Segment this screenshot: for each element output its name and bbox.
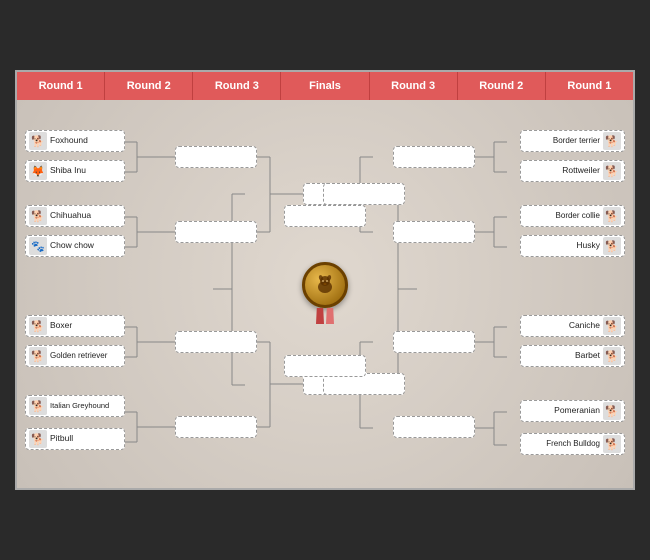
header-round3-right: Round 3 bbox=[370, 72, 458, 100]
left-r2-box4[interactable] bbox=[175, 416, 257, 438]
barbet-name: Barbet bbox=[575, 351, 600, 360]
medal-ribbons bbox=[316, 308, 334, 324]
header-round3-left: Round 3 bbox=[193, 72, 281, 100]
medal-dog-icon bbox=[311, 271, 339, 299]
shiba-inu-name: Shiba Inu bbox=[50, 166, 86, 175]
shiba-inu-icon: 🦊 bbox=[29, 162, 47, 180]
team-chihuahua[interactable]: 🐕 Chihuahua bbox=[25, 205, 125, 227]
foxhound-icon: 🐕 bbox=[29, 132, 47, 150]
header-round2-left: Round 2 bbox=[105, 72, 193, 100]
golden-retriever-icon: 🐕 bbox=[29, 347, 47, 365]
border-terrier-icon: 🐕 bbox=[603, 132, 621, 150]
italian-greyhound-icon: 🐕 bbox=[29, 397, 47, 415]
chow-chow-name: Chow chow bbox=[50, 241, 94, 250]
team-barbet[interactable]: 🐕 Barbet bbox=[520, 345, 625, 367]
team-boxer[interactable]: 🐕 Boxer bbox=[25, 315, 125, 337]
bracket-container: Round 1 Round 2 Round 3 Finals Round 3 R… bbox=[15, 70, 635, 490]
rottweiler-icon: 🐕 bbox=[603, 162, 621, 180]
pitbull-name: Pitbull bbox=[50, 434, 73, 443]
finals-box2[interactable] bbox=[284, 355, 366, 377]
header-round1-left: Round 1 bbox=[17, 72, 105, 100]
right-r3-box1[interactable] bbox=[323, 183, 405, 205]
french-bulldog-icon: 🐕 bbox=[603, 435, 621, 453]
team-husky[interactable]: 🐕 Husky bbox=[520, 235, 625, 257]
team-rottweiler[interactable]: 🐕 Rottweiler bbox=[520, 160, 625, 182]
team-chow-chow[interactable]: 🐾 Chow chow bbox=[25, 235, 125, 257]
right-r2-box4[interactable] bbox=[393, 416, 475, 438]
finals-medal bbox=[298, 262, 352, 326]
team-golden-retriever[interactable]: 🐕 Golden retriever bbox=[25, 345, 125, 367]
golden-retriever-name: Golden retriever bbox=[50, 352, 107, 361]
team-italian-greyhound[interactable]: 🐕 Italian Greyhound bbox=[25, 395, 125, 417]
caniche-name: Caniche bbox=[569, 321, 600, 330]
pomeranian-name: Pomeranian bbox=[554, 406, 600, 415]
caniche-icon: 🐕 bbox=[603, 317, 621, 335]
team-caniche[interactable]: 🐕 Caniche bbox=[520, 315, 625, 337]
medal-circle bbox=[302, 262, 348, 308]
header-finals: Finals bbox=[281, 72, 369, 100]
right-r2-box1[interactable] bbox=[393, 146, 475, 168]
header-round1-right: Round 1 bbox=[546, 72, 633, 100]
team-pitbull[interactable]: 🐕 Pitbull bbox=[25, 428, 125, 450]
pomeranian-icon: 🐕 bbox=[603, 402, 621, 420]
boxer-icon: 🐕 bbox=[29, 317, 47, 335]
left-r2-box2[interactable] bbox=[175, 221, 257, 243]
finals-box1[interactable] bbox=[284, 205, 366, 227]
team-french-bulldog[interactable]: 🐕 French Bulldog bbox=[520, 433, 625, 455]
left-r2-box1[interactable] bbox=[175, 146, 257, 168]
bracket-area: 🐕 Foxhound 🦊 Shiba Inu 🐕 Chihuahua 🐾 Cho… bbox=[17, 100, 633, 488]
husky-icon: 🐕 bbox=[603, 237, 621, 255]
rottweiler-name: Rottweiler bbox=[562, 166, 600, 175]
team-border-collie[interactable]: 🐕 Border collie bbox=[520, 205, 625, 227]
right-r2-box3[interactable] bbox=[393, 331, 475, 353]
boxer-name: Boxer bbox=[50, 321, 72, 330]
husky-name: Husky bbox=[576, 241, 600, 250]
team-shiba-inu[interactable]: 🦊 Shiba Inu bbox=[25, 160, 125, 182]
chihuahua-name: Chihuahua bbox=[50, 211, 91, 220]
border-collie-name: Border collie bbox=[556, 212, 600, 221]
chow-chow-icon: 🐾 bbox=[29, 237, 47, 255]
italian-greyhound-name: Italian Greyhound bbox=[50, 402, 109, 410]
team-pomeranian[interactable]: 🐕 Pomeranian bbox=[520, 400, 625, 422]
french-bulldog-name: French Bulldog bbox=[546, 440, 600, 449]
chihuahua-icon: 🐕 bbox=[29, 207, 47, 225]
border-terrier-name: Border terrier bbox=[553, 137, 600, 146]
border-collie-icon: 🐕 bbox=[603, 207, 621, 225]
pitbull-icon: 🐕 bbox=[29, 430, 47, 448]
header-row: Round 1 Round 2 Round 3 Finals Round 3 R… bbox=[17, 72, 633, 100]
foxhound-name: Foxhound bbox=[50, 136, 88, 145]
team-border-terrier[interactable]: 🐕 Border terrier bbox=[520, 130, 625, 152]
team-foxhound[interactable]: 🐕 Foxhound bbox=[25, 130, 125, 152]
left-r2-box3[interactable] bbox=[175, 331, 257, 353]
right-r2-box2[interactable] bbox=[393, 221, 475, 243]
barbet-icon: 🐕 bbox=[603, 347, 621, 365]
header-round2-right: Round 2 bbox=[458, 72, 546, 100]
